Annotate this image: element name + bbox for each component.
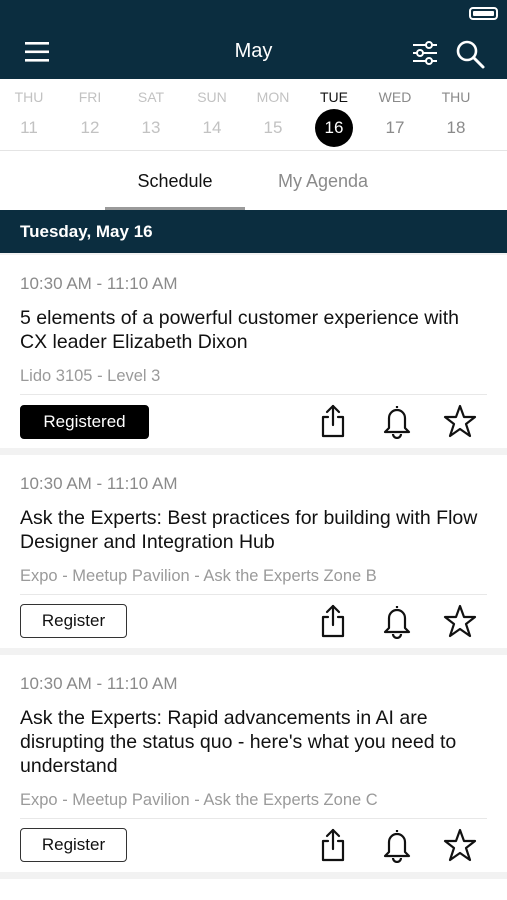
date-number: 14: [202, 118, 222, 137]
search-icon[interactable]: [454, 38, 486, 70]
tab-my-agenda[interactable]: My Agenda: [253, 151, 393, 210]
bell-icon[interactable]: [380, 603, 414, 639]
weekday-label: THU: [441, 89, 471, 105]
session-title[interactable]: Ask the Experts: Best practices for buil…: [20, 506, 490, 554]
date-selector: THU 11 FRI 12 SAT 13 SUN 14 MON 15 TUE 16 WED 17 THU 18: [0, 79, 507, 151]
weekday-label: MON: [256, 89, 290, 105]
session-card[interactable]: 10:30 AM - 11:10 AM Ask the Experts: Rap…: [0, 655, 507, 872]
session-time: 10:30 AM - 11:10 AM: [20, 674, 178, 693]
filter-sliders-icon[interactable]: [410, 38, 440, 68]
bell-icon[interactable]: [380, 827, 414, 863]
date-item[interactable]: TUE 16: [303, 79, 365, 151]
date-number: 12: [80, 118, 100, 137]
date-item[interactable]: FRI 12: [59, 79, 121, 151]
session-title[interactable]: Ask the Experts: Rapid advancements in A…: [20, 706, 490, 778]
share-icon[interactable]: [316, 827, 350, 863]
tab-schedule[interactable]: Schedule: [105, 151, 245, 210]
share-icon[interactable]: [316, 603, 350, 639]
session-card[interactable]: 10:30 AM - 11:10 AM 5 elements of a powe…: [0, 255, 507, 448]
session-time: 10:30 AM - 11:10 AM: [20, 474, 178, 493]
session-title[interactable]: 5 elements of a powerful customer experi…: [20, 306, 490, 354]
share-icon[interactable]: [316, 403, 350, 439]
weekday-label: FRI: [78, 89, 102, 105]
session-time: 10:30 AM - 11:10 AM: [20, 274, 178, 293]
session-location: Lido 3105 - Level 3: [20, 367, 161, 385]
star-icon[interactable]: [443, 603, 477, 639]
day-section-header: Tuesday, May 16: [0, 210, 507, 253]
date-number: 15: [263, 118, 283, 137]
date-number: 18: [446, 118, 466, 137]
date-item[interactable]: SUN 14: [181, 79, 243, 151]
date-number: 16: [315, 109, 353, 147]
session-location: Expo - Meetup Pavilion - Ask the Experts…: [20, 567, 377, 585]
battery-icon: [469, 7, 498, 20]
date-item[interactable]: THU 18: [425, 79, 487, 151]
card-divider: [20, 394, 487, 395]
star-icon[interactable]: [443, 403, 477, 439]
weekday-label: SUN: [197, 89, 227, 105]
card-divider: [20, 594, 487, 595]
date-item[interactable]: THU 11: [0, 79, 60, 151]
session-card[interactable]: 10:30 AM - 11:10 AM Ask the Experts: Bes…: [0, 455, 507, 648]
bell-icon[interactable]: [380, 403, 414, 439]
weekday-label: TUE: [320, 89, 348, 105]
tab-bar: Schedule My Agenda: [0, 151, 507, 210]
date-item[interactable]: WED 17: [364, 79, 426, 151]
weekday-label: SAT: [137, 89, 165, 105]
weekday-label: WED: [378, 89, 412, 105]
register-button[interactable]: Register: [20, 828, 127, 862]
register-button[interactable]: Register: [20, 604, 127, 638]
weekday-label: THU: [14, 89, 44, 105]
date-number: 11: [20, 118, 38, 137]
star-icon[interactable]: [443, 827, 477, 863]
date-number: 13: [141, 118, 161, 137]
session-card[interactable]: [0, 879, 507, 900]
registered-button[interactable]: Registered: [20, 405, 149, 439]
status-bar: [0, 0, 507, 26]
date-number: 17: [385, 118, 405, 137]
session-location: Expo - Meetup Pavilion - Ask the Experts…: [20, 791, 378, 809]
app-header: May: [0, 26, 507, 79]
card-divider: [20, 818, 487, 819]
date-item[interactable]: MON 15: [242, 79, 304, 151]
date-item[interactable]: SAT 13: [120, 79, 182, 151]
